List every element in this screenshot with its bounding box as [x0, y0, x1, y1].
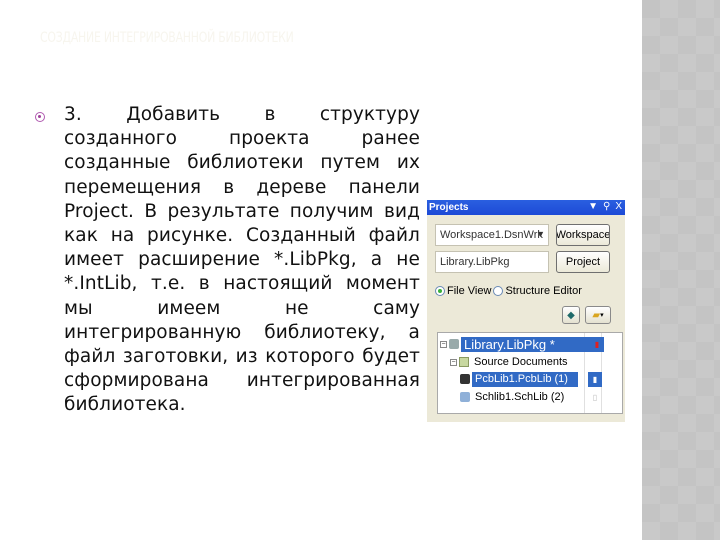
pcb-library-icon: [460, 374, 470, 384]
bullet-icon: [35, 112, 45, 122]
tree-item-source-documents[interactable]: − Source Documents: [450, 354, 634, 370]
panel-title: Projects: [429, 202, 469, 213]
slide-title: Создание интегрированной библиотеки: [40, 30, 294, 46]
collapse-icon[interactable]: −: [450, 358, 457, 366]
workspace-combo[interactable]: Workspace1.DsnWrk ▼: [435, 224, 549, 246]
bullet-text: 3. Добавить в структуру созданного проек…: [64, 104, 420, 416]
project-button[interactable]: Project: [556, 251, 610, 273]
tree-item-schlib[interactable]: Schlib1.SchLib (2) ▯: [460, 389, 644, 405]
tree-item-pcblib[interactable]: PcbLib1.PcbLib (1) ▮: [460, 371, 644, 387]
folder-icon: [459, 357, 469, 367]
close-icon[interactable]: X: [615, 201, 622, 212]
document-icon: ▯: [592, 392, 598, 402]
tree-item-library[interactable]: − Library.LibPkg * ▮: [440, 336, 624, 352]
compile-icon: ◆: [567, 309, 575, 321]
project-tree: − Library.LibPkg * ▮ − Source Documents …: [437, 332, 623, 414]
schematic-library-icon: [460, 392, 470, 402]
pin-icon[interactable]: ⚲: [603, 201, 610, 212]
project-field[interactable]: Library.LibPkg: [435, 251, 549, 273]
document-icon: ▮: [588, 371, 602, 387]
workspace-button[interactable]: Workspace: [556, 224, 610, 246]
modified-doc-icon: ▮: [590, 336, 604, 352]
chevron-down-icon[interactable]: ▼: [536, 229, 545, 239]
project-options-button[interactable]: ▰ ▾: [585, 306, 611, 324]
compile-button[interactable]: ◆: [562, 306, 580, 324]
radio-file-view[interactable]: [435, 286, 445, 296]
bullet-item: 3. Добавить в структуру созданного проек…: [35, 103, 420, 418]
chevron-down-icon: ▾: [600, 312, 604, 319]
menu-dropdown-icon[interactable]: ▼: [588, 201, 598, 212]
panel-header: Projects ▼ ⚲ X: [427, 200, 625, 215]
radio-structure-editor[interactable]: [493, 286, 504, 296]
collapse-icon[interactable]: −: [440, 340, 447, 348]
folder-icon: ▰: [592, 309, 601, 321]
package-icon: [449, 339, 459, 349]
decorative-side-pattern: [642, 0, 720, 540]
radio-file-view-label: File View: [447, 285, 492, 297]
radio-structure-editor-label: Structure Editor: [505, 285, 582, 297]
projects-panel: Projects ▼ ⚲ X Workspace1.DsnWrk ▼ Works…: [427, 200, 625, 422]
